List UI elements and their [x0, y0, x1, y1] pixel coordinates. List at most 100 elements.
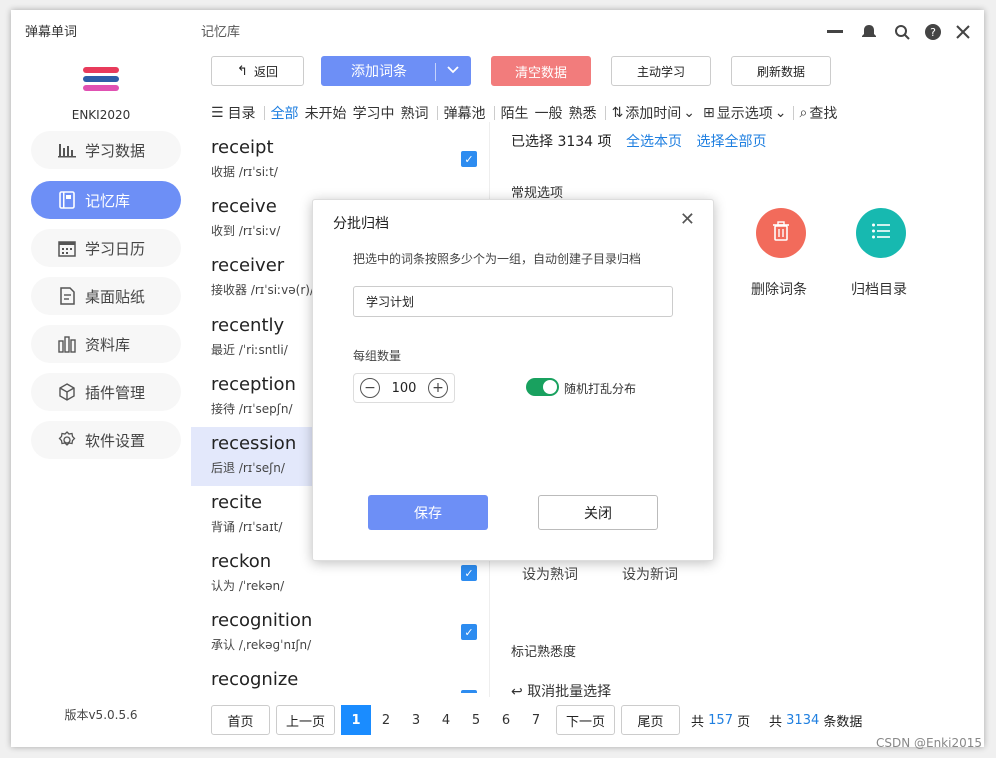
bar-chart-icon: [57, 140, 77, 160]
prev-page-button[interactable]: 上一页: [276, 705, 335, 735]
set-new-button[interactable]: 设为新词: [622, 564, 678, 584]
list-icon: ☰: [211, 105, 224, 121]
app-version: 版本v5.0.5.6: [64, 708, 138, 722]
cube-icon: [57, 382, 77, 402]
sidebar-item-memory-bank[interactable]: 记忆库: [31, 181, 181, 219]
page-number[interactable]: 7: [521, 705, 551, 735]
svg-text:?: ?: [930, 26, 936, 39]
watermark: CSDN @Enki2015: [875, 736, 982, 750]
search-icon: ⌕: [799, 105, 808, 121]
shuffle-label: 随机打乱分布: [564, 382, 637, 396]
page-number[interactable]: 5: [461, 705, 491, 735]
dialog-title: 分批归档: [333, 216, 389, 232]
cancel-batch-button[interactable]: ↩ 取消批量选择: [511, 681, 611, 701]
checkbox[interactable]: ✓: [461, 151, 477, 167]
undo-icon: ↩: [511, 684, 523, 700]
selection-info: 已选择 3134 项 全选本页 选择全部页: [511, 134, 767, 150]
sidebar-item-study-data[interactable]: 学习数据: [31, 131, 181, 169]
filter-strange[interactable]: 陌生: [501, 103, 529, 123]
sidebar-item-desktop-sticker[interactable]: 桌面贴纸: [31, 277, 181, 315]
filter-normal[interactable]: 一般: [535, 103, 563, 123]
select-all-link[interactable]: 选择全部页: [696, 134, 766, 150]
chevron-down-icon: ⌄: [774, 105, 787, 121]
clear-data-button[interactable]: 清空数据: [491, 56, 591, 86]
set-familiar-button[interactable]: 设为熟词: [522, 564, 578, 584]
close-button[interactable]: 关闭: [538, 495, 658, 530]
close-window-icon[interactable]: [953, 22, 973, 42]
checkbox[interactable]: ✓: [461, 565, 477, 581]
page-number[interactable]: 1: [341, 705, 371, 735]
last-page-button[interactable]: 尾页: [621, 705, 680, 735]
first-page-button[interactable]: 首页: [211, 705, 270, 735]
filter-catalog[interactable]: 目录: [228, 103, 256, 123]
sidebar-item-label: 插件管理: [85, 383, 146, 402]
delete-words-button[interactable]: [756, 208, 806, 258]
checkbox[interactable]: ✓: [461, 690, 477, 693]
batch-archive-dialog: 分批归档 ✕ 把选中的词条按照多少个为一组，自动创建子目录归档 学习计划 每组数…: [312, 199, 714, 561]
minimize-icon[interactable]: [825, 22, 845, 42]
search-icon[interactable]: [892, 22, 912, 42]
delete-words-label: 删除词条: [751, 282, 807, 298]
add-words-button[interactable]: 添加词条: [321, 56, 471, 86]
grid-icon: ⊞: [703, 105, 715, 121]
minus-icon[interactable]: −: [360, 378, 380, 398]
page-number[interactable]: 2: [371, 705, 401, 735]
window-title: 记忆库: [201, 25, 241, 40]
filter-search[interactable]: 查找: [809, 103, 837, 123]
sort-icon: ⇅: [611, 105, 624, 121]
page-number[interactable]: 3: [401, 705, 431, 735]
refresh-data-button[interactable]: 刷新数据: [731, 56, 831, 86]
sidebar-item-label: 桌面贴纸: [85, 287, 146, 306]
book-icon: [57, 190, 77, 210]
dialog-hint: 把选中的词条按照多少个为一组，自动创建子目录归档: [353, 252, 642, 266]
list-icon: [871, 222, 891, 244]
username: ENKI2020: [71, 108, 131, 122]
page-total: 共 157 页: [691, 712, 751, 730]
save-button[interactable]: 保存: [368, 495, 488, 530]
archive-name-input[interactable]: 学习计划: [353, 286, 673, 317]
mark-familiarity-heading: 标记熟悉度: [511, 645, 577, 660]
close-icon[interactable]: ✕: [680, 209, 695, 230]
word-row[interactable]: recognize✓: [191, 663, 486, 693]
archive-catalog-button[interactable]: [856, 208, 906, 258]
shuffle-toggle[interactable]: [526, 378, 559, 396]
filter-familiar[interactable]: 熟词: [401, 103, 429, 123]
active-learn-button[interactable]: 主动学习: [611, 56, 711, 86]
filter-bar: ☰ 目录 全部 未开始 学习中 熟词 弹幕池 陌生 一般 熟悉 ⇅ 添加时间 ⌄…: [211, 102, 843, 124]
sidebar-item-library[interactable]: 资料库: [31, 325, 181, 363]
calendar-icon: [57, 238, 77, 258]
word-row[interactable]: recognition 承认 /ˌrekəɡˈnɪʃn/✓: [191, 604, 486, 663]
group-size-value[interactable]: 100: [392, 381, 417, 396]
word-row[interactable]: receipt 收据 /rɪˈsiːt/✓: [191, 131, 486, 190]
group-size-stepper[interactable]: − 100 +: [353, 373, 455, 403]
select-page-link[interactable]: 全选本页: [626, 134, 682, 150]
sidebar-item-settings[interactable]: 软件设置: [31, 421, 181, 459]
sidebar-item-label: 软件设置: [85, 431, 146, 450]
page-number[interactable]: 6: [491, 705, 521, 735]
sidebar-item-calendar[interactable]: 学习日历: [31, 229, 181, 267]
notification-icon[interactable]: [859, 22, 879, 42]
checkbox[interactable]: ✓: [461, 624, 477, 640]
back-button[interactable]: ↰ 返回: [211, 56, 304, 86]
sticker-icon: [57, 286, 77, 306]
filter-known[interactable]: 熟悉: [569, 103, 597, 123]
back-arrow-icon: ↰: [237, 63, 248, 79]
library-icon: [57, 334, 77, 354]
app-logo: [83, 67, 119, 95]
archive-catalog-label: 归档目录: [851, 282, 907, 298]
sidebar-item-plugins[interactable]: 插件管理: [31, 373, 181, 411]
filter-danmaku-pool[interactable]: 弹幕池: [444, 103, 486, 123]
filter-not-started[interactable]: 未开始: [305, 103, 347, 123]
page-number[interactable]: 4: [431, 705, 461, 735]
filter-all[interactable]: 全部: [271, 103, 299, 123]
filter-learning[interactable]: 学习中: [353, 103, 395, 123]
sort-add-time[interactable]: 添加时间: [625, 103, 681, 123]
group-size-label: 每组数量: [353, 349, 402, 363]
display-options[interactable]: 显示选项: [717, 103, 773, 123]
plus-icon[interactable]: +: [427, 378, 448, 398]
sidebar-item-label: 学习数据: [85, 141, 146, 160]
next-page-button[interactable]: 下一页: [556, 705, 615, 735]
chevron-down-icon[interactable]: [446, 63, 460, 81]
sidebar-item-label: 资料库: [85, 335, 131, 354]
help-icon[interactable]: ?: [923, 22, 943, 42]
